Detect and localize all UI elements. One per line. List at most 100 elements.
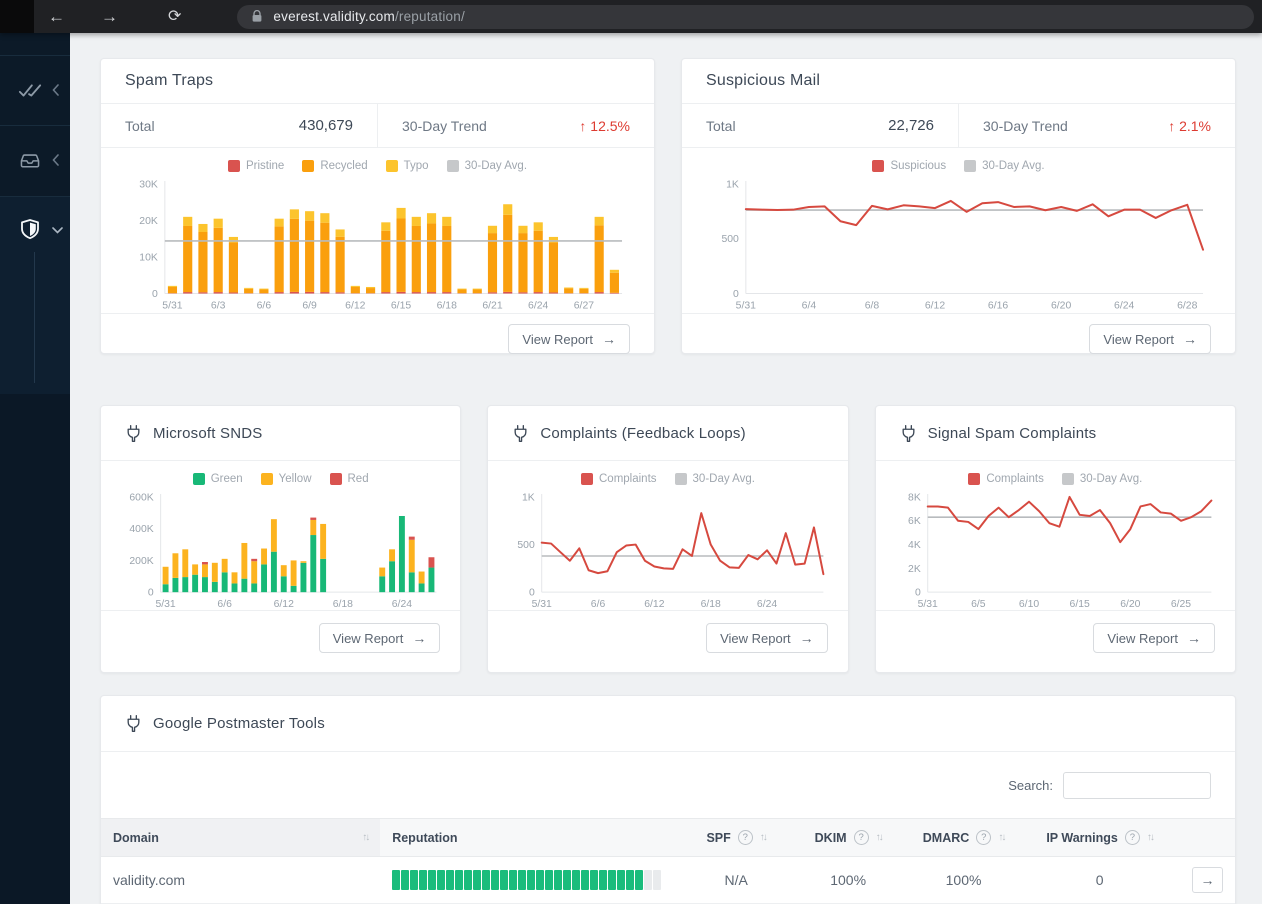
legend-swatch (968, 473, 981, 485)
sort-icon[interactable]: ↑↓ (876, 832, 884, 843)
sort-icon[interactable]: ↑↓ (760, 832, 768, 843)
svg-text:6/18: 6/18 (333, 599, 353, 610)
row-detail-button[interactable]: → (1192, 867, 1223, 893)
reputation-segment (617, 870, 625, 890)
legend-swatch (192, 473, 205, 485)
reputation-bar (392, 870, 664, 890)
legend-item: 30-Day Avg. (446, 160, 527, 172)
reputation-segment (545, 870, 553, 890)
address-bar[interactable]: everest.validity.com/reputation/ (237, 4, 1254, 29)
spf-cell: N/A (678, 856, 794, 904)
reputation-segment (428, 870, 436, 890)
svg-text:6/6: 6/6 (591, 599, 606, 610)
browser-back-button[interactable]: ← (48, 8, 65, 25)
help-icon[interactable]: ? (737, 830, 753, 845)
view-report-button[interactable]: View Report → (706, 623, 828, 654)
reputation-segment (392, 870, 400, 890)
card-title: Microsoft SNDS (153, 424, 263, 442)
legend-swatch (260, 473, 273, 485)
card-title: Google Postmaster Tools (153, 715, 325, 732)
chevron-down-icon (52, 226, 63, 234)
sort-icon[interactable]: ↑↓ (998, 832, 1006, 843)
inbox-tray-icon (10, 151, 50, 169)
legend-item: Green (192, 473, 243, 485)
table-row: validity.com N/A 100% 100% 0 → (101, 856, 1235, 904)
view-report-button[interactable]: View Report → (1089, 324, 1211, 355)
sort-icon[interactable]: ↑↓ (362, 832, 370, 843)
legend-item: Complaints (581, 473, 657, 485)
trend-stat: 30-Day Trend ↑ 12.5% (377, 104, 654, 147)
total-value: 22,726 (888, 117, 934, 134)
sidebar-item-inbox[interactable] (0, 138, 70, 182)
svg-text:5/31: 5/31 (532, 599, 552, 610)
column-header-ip-warnings[interactable]: IP Warnings? ↑↓ (1024, 818, 1176, 857)
view-report-button[interactable]: View Report → (1093, 623, 1215, 654)
search-input[interactable] (1063, 771, 1211, 799)
sidebar-divider (0, 55, 70, 56)
main-content: Spam Traps Total 430,679 30-Day Trend ↑ … (70, 33, 1262, 904)
help-icon[interactable]: ? (1124, 830, 1140, 845)
row-action-cell: → (1175, 856, 1235, 904)
svg-text:0: 0 (152, 289, 158, 300)
svg-text:0: 0 (915, 588, 921, 599)
column-header-reputation: Reputation (380, 818, 679, 857)
reputation-segment (527, 870, 535, 890)
lock-icon[interactable] (251, 10, 263, 23)
view-report-button[interactable]: View Report → (508, 324, 630, 355)
view-report-button[interactable]: View Report → (318, 623, 441, 654)
dkim-cell: 100% (793, 856, 903, 904)
reputation-segment (482, 870, 490, 890)
url-text: everest.validity.com/reputation/ (273, 9, 465, 24)
help-icon[interactable]: ? (853, 830, 869, 845)
card-title: Signal Spam Complaints (927, 424, 1097, 442)
sidebar-divider (0, 196, 70, 197)
card-title: Suspicious Mail (706, 72, 821, 89)
svg-text:6/21: 6/21 (482, 300, 503, 311)
column-header-spf[interactable]: SPF? ↑↓ (678, 818, 794, 857)
svg-text:6/16: 6/16 (988, 300, 1009, 311)
legend-item: 30-Day Avg. (674, 473, 755, 485)
card-title: Complaints (Feedback Loops) (540, 424, 746, 442)
sidebar-item-validation[interactable] (0, 68, 70, 112)
suspicious-mail-card: Suspicious Mail Total 22,726 30-Day Tren… (681, 58, 1236, 355)
help-icon[interactable]: ? (976, 830, 992, 845)
legend-swatch (446, 160, 459, 172)
integration-plug-icon (900, 424, 917, 443)
sidebar (0, 33, 70, 904)
integration-plug-icon (125, 424, 142, 443)
browser-reload-button[interactable]: ⟳ (168, 8, 181, 25)
complaints-feedback-loops-card: Complaints (Feedback Loops) Complaints 30… (487, 405, 849, 673)
reputation-segment (626, 870, 634, 890)
browser-forward-button[interactable]: → (101, 8, 118, 25)
legend-swatch (674, 473, 687, 485)
svg-text:6/24: 6/24 (392, 599, 412, 610)
reputation-segment (644, 870, 652, 890)
reputation-segment (401, 870, 409, 890)
shield-icon (10, 219, 50, 241)
reputation-segment (653, 870, 661, 890)
chart-legend: Suspicious 30-Day Avg. (706, 160, 1211, 172)
double-check-icon (10, 80, 50, 100)
total-label: Total (706, 117, 736, 134)
reputation-segment (572, 870, 580, 890)
trend-label: 30-Day Trend (983, 117, 1068, 134)
sort-icon[interactable]: ↑↓ (1147, 832, 1155, 843)
sidebar-item-reputation[interactable] (0, 208, 70, 252)
reputation-cell (380, 856, 679, 904)
reputation-segment (536, 870, 544, 890)
legend-swatch (329, 473, 342, 485)
column-header-dkim[interactable]: DKIM? ↑↓ (793, 818, 903, 857)
reputation-segment (410, 870, 418, 890)
domain-cell: validity.com (101, 856, 381, 904)
trend-up-icon: ↑ (1168, 117, 1176, 134)
reputation-segment (608, 870, 616, 890)
column-header-domain[interactable]: Domain ↑↓ (101, 818, 381, 857)
svg-text:6/12: 6/12 (274, 599, 294, 610)
svg-text:6/15: 6/15 (391, 300, 412, 311)
column-header-dmarc[interactable]: DMARC? ↑↓ (903, 818, 1025, 857)
reputation-segment (590, 870, 598, 890)
svg-text:6/6: 6/6 (257, 300, 272, 311)
chevron-left-icon (52, 154, 60, 166)
svg-text:6/27: 6/27 (574, 300, 595, 311)
reputation-segment (599, 870, 607, 890)
